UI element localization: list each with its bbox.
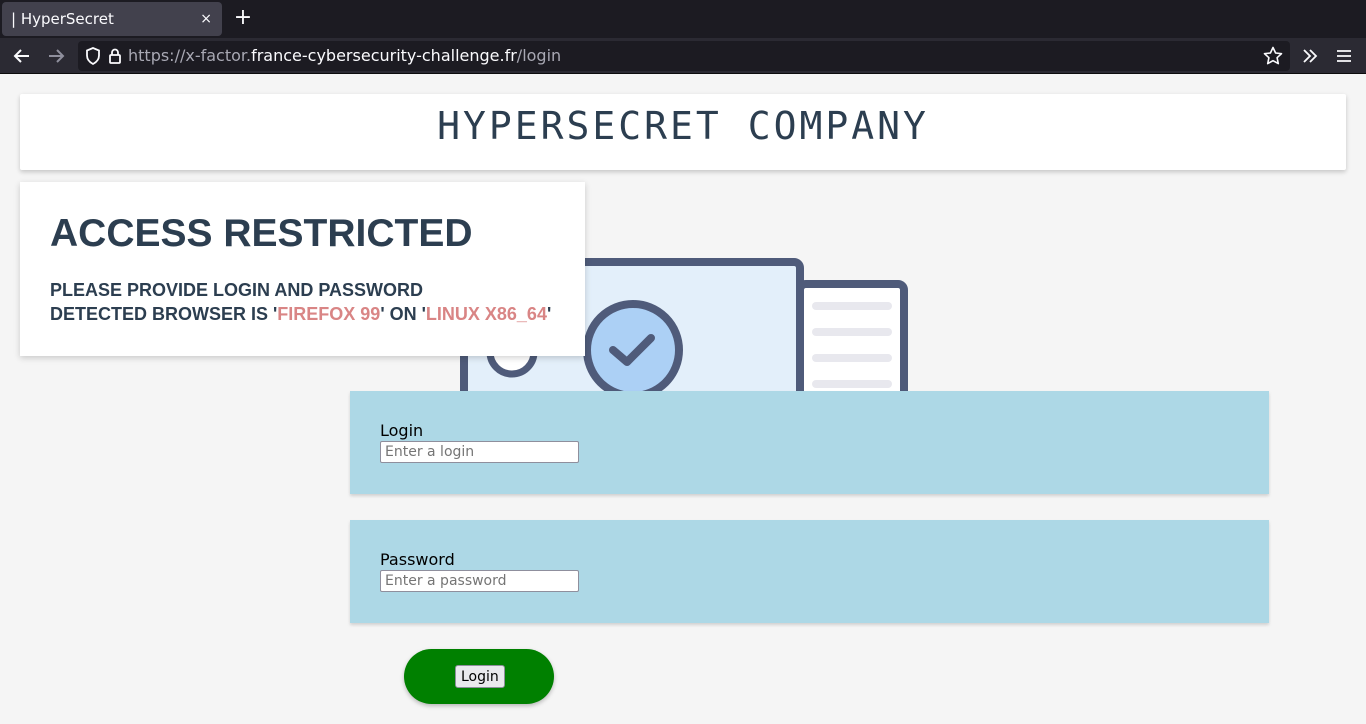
access-restricted-card: ACCESS RESTRICTED PLEASE PROVIDE LOGIN A… [20, 182, 585, 356]
login-label: Login [380, 421, 424, 440]
company-name: HYPERSECRET COMPANY [437, 104, 929, 148]
browser-detection-text: DETECTED BROWSER IS 'FIREFOX 99' ON 'LIN… [50, 304, 552, 324]
shield-icon[interactable] [84, 46, 102, 66]
tab-bar: | HyperSecret × + [0, 0, 1366, 38]
header-banner: HYPERSECRET COMPANY [20, 94, 1346, 170]
password-input[interactable] [380, 570, 579, 592]
forward-button[interactable] [42, 42, 70, 70]
url-bar[interactable]: https://x-factor.france-cybersecurity-ch… [78, 41, 1290, 71]
lock-icon[interactable] [106, 46, 124, 66]
login-input[interactable] [380, 441, 579, 463]
arrow-left-icon [13, 49, 29, 63]
new-tab-button[interactable]: + [232, 4, 254, 34]
access-instruction: PLEASE PROVIDE LOGIN AND PASSWORD [50, 280, 424, 300]
password-label: Password [380, 550, 455, 569]
access-title: ACCESS RESTRICTED [50, 212, 473, 255]
hamburger-menu-icon [1337, 50, 1351, 62]
tab-title: | HyperSecret [11, 10, 114, 28]
login-button-container: Login [404, 649, 554, 704]
close-tab-icon[interactable]: × [200, 2, 212, 36]
tab-hypersecret[interactable]: | HyperSecret × [2, 2, 222, 36]
overflow-menu-button[interactable] [1296, 42, 1324, 70]
detected-browser: FIREFOX 99 [277, 304, 381, 324]
double-chevron-right-icon [1303, 49, 1318, 63]
detected-os: LINUX X86_64 [425, 304, 547, 324]
login-button[interactable]: Login [455, 665, 505, 688]
navigation-bar: https://x-factor.france-cybersecurity-ch… [0, 38, 1366, 74]
login-field-card: Login [350, 391, 1269, 494]
password-field-card: Password [350, 520, 1269, 623]
bookmark-star-icon[interactable] [1262, 45, 1284, 67]
arrow-right-icon [49, 49, 65, 63]
back-button[interactable] [8, 42, 36, 70]
url-text[interactable]: https://x-factor.france-cybersecurity-ch… [128, 41, 561, 71]
app-menu-button[interactable] [1330, 42, 1358, 70]
